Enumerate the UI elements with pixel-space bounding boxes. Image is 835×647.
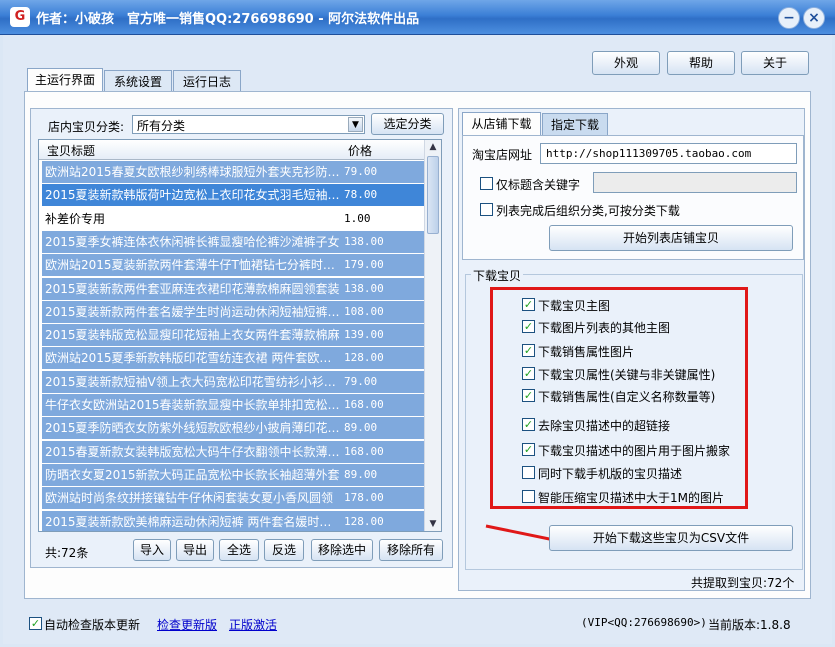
remove-selected-button[interactable]: 移除选中 [311, 539, 373, 561]
item-price: 78.00 [344, 188, 378, 202]
check-update-link[interactable]: 检查更新版 [157, 616, 217, 633]
list-header: 宝贝标题 价格 [39, 140, 425, 160]
item-title: 欧洲站时尚条纹拼接镶钻牛仔休闲套装女夏小香风圆领 [45, 491, 334, 506]
item-price: 89.00 [344, 421, 378, 435]
table-row[interactable]: 2015夏装新款两件套亚麻连衣裙印花薄款棉麻圆领套装 138.00 [42, 277, 425, 300]
help-button[interactable]: 帮助 [667, 51, 735, 75]
remove-all-button[interactable]: 移除所有 [379, 539, 443, 561]
extracted-total: 共提取到宝贝:72个 [691, 576, 795, 590]
organize-category-checkbox[interactable] [480, 203, 493, 216]
table-row[interactable]: 2015夏装新款短袖V领上衣大码宽松印花雪纺衫小衫女装 79.00 [42, 370, 425, 393]
window-title: 作者：小破孩 官方唯一销售QQ:276698690 - 阿尔法软件出品 [36, 12, 420, 27]
scroll-down-icon[interactable]: ▼ [426, 517, 440, 531]
item-title: 2015夏季女裤连体衣休闲裤长裤显瘦哈伦裤沙滩裤子女 [45, 234, 340, 249]
title-keyword-checkbox[interactable] [480, 177, 493, 190]
item-title: 补差价专用 [45, 211, 106, 226]
category-select[interactable]: 所有分类 ▼ [132, 115, 365, 134]
chevron-down-icon[interactable]: ▼ [348, 117, 363, 132]
export-button[interactable]: 导出 [176, 539, 214, 561]
item-price: 89.00 [344, 467, 378, 481]
table-row[interactable]: 2015夏季女裤连体衣休闲裤长裤显瘦哈伦裤沙滩裤子女 138.00 [42, 230, 425, 253]
item-price: 128.00 [344, 514, 384, 528]
auto-check-label: 自动检查版本更新 [44, 618, 141, 632]
item-title: 2015夏装韩版宽松显瘦印花短袖上衣女两件套薄款棉麻 [45, 328, 340, 343]
item-title: 欧洲站2015夏装新款两件套薄牛仔T恤裙钻七分裤时尚套装 [45, 258, 341, 273]
shop-url-label: 淘宝店网址 [472, 148, 533, 162]
auto-check-checkbox[interactable]: ✓ [29, 617, 42, 630]
version-label: 当前版本:1.8.8 [708, 618, 791, 632]
item-title: 2015夏季防晒衣女防紫外线短款欧根纱小披肩薄印花外套 [45, 421, 341, 436]
scroll-thumb[interactable] [427, 156, 439, 234]
item-count: 共:72条 [45, 546, 89, 560]
item-price: 168.00 [344, 398, 384, 411]
keyword-input[interactable] [593, 172, 797, 193]
item-price: 108.00 [344, 304, 384, 318]
item-title: 2015夏装新款短袖V领上衣大码宽松印花雪纺衫小衫女装 [45, 374, 341, 389]
table-row[interactable]: 2015夏装新款两件套名媛学生时尚运动休闲短袖短裤套装 108.00 [42, 300, 425, 323]
title-bar: G 作者：小破孩 官方唯一销售QQ:276698690 - 阿尔法软件出品 − … [0, 0, 835, 35]
item-title: 防晒衣女夏2015新款大码正品宽松中长款长袖超薄外套 [45, 467, 340, 482]
list-scrollbar[interactable]: ▲ ▼ [424, 140, 441, 531]
table-row[interactable]: 2015夏季防晒衣女防紫外线短款欧根纱小披肩薄印花外套 89.00 [42, 417, 425, 440]
item-title: 2015夏装新款两件套亚麻连衣裙印花薄款棉麻圆领套装 [45, 281, 340, 296]
item-price: 138.00 [344, 281, 384, 295]
shop-url-input[interactable]: http://shop111309705.taobao.com [540, 143, 797, 164]
column-title[interactable]: 宝贝标题 [47, 142, 95, 159]
table-row[interactable]: 2015夏装新款韩版荷叶边宽松上衣印花女式羽毛短袖T恤 78.00 [42, 184, 425, 207]
app-logo-icon: G [10, 7, 30, 27]
table-row[interactable]: 补差价专用 1.00 [42, 207, 425, 230]
column-price[interactable]: 价格 [348, 142, 372, 159]
item-price: 139.00 [344, 328, 384, 342]
appearance-button[interactable]: 外观 [592, 51, 660, 75]
select-all-button[interactable]: 全选 [219, 539, 259, 561]
items-list[interactable]: 宝贝标题 价格 欧洲站2015春夏女欧根纱刺绣棒球服短外套夹克衫防晒衣 79.00… [38, 139, 442, 532]
item-price: 179.00 [344, 258, 384, 272]
item-title: 欧洲站2015夏季新款韩版印花雪纺连衣裙 两件套欧美风 [45, 351, 341, 366]
tab-specified-download[interactable]: 指定下载 [542, 113, 608, 135]
tab-settings[interactable]: 系统设置 [104, 70, 172, 92]
table-row[interactable]: 2015夏装新款欧美棉麻运动休闲短裤 两件套名媛时尚套装 128.00 [42, 510, 425, 531]
start-list-button[interactable]: 开始列表店铺宝贝 [549, 225, 793, 251]
category-value: 所有分类 [137, 119, 186, 133]
item-title: 2015夏装新款两件套名媛学生时尚运动休闲短袖短裤套装 [45, 304, 341, 319]
table-row[interactable]: 2015夏装韩版宽松显瘦印花短袖上衣女两件套薄款棉麻 139.00 [42, 324, 425, 347]
category-label: 店内宝贝分类: [48, 120, 125, 134]
table-row[interactable]: 欧洲站2015春夏女欧根纱刺绣棒球服短外套夹克衫防晒衣 79.00 [42, 161, 425, 183]
close-button[interactable]: × [803, 7, 825, 29]
table-row[interactable]: 欧洲站2015夏装新款两件套薄牛仔T恤裙钻七分裤时尚套装 179.00 [42, 254, 425, 277]
about-button[interactable]: 关于 [741, 51, 809, 75]
vip-info: (VIP<QQ:276698690>) [581, 616, 707, 629]
item-price: 79.00 [344, 165, 378, 178]
item-title: 欧洲站2015春夏女欧根纱刺绣棒球服短外套夹克衫防晒衣 [45, 165, 341, 179]
organize-category-label: 列表完成后组织分类,可按分类下载 [496, 204, 680, 218]
table-row[interactable]: 防晒衣女夏2015新款大码正品宽松中长款长袖超薄外套 89.00 [42, 463, 425, 486]
tab-main[interactable]: 主运行界面 [27, 68, 103, 92]
tab-shop-download[interactable]: 从店铺下载 [462, 112, 541, 136]
item-title: 2015夏装新款欧美棉麻运动休闲短裤 两件套名媛时尚套装 [45, 514, 341, 529]
import-button[interactable]: 导入 [133, 539, 171, 561]
minimize-button[interactable]: − [778, 7, 800, 29]
item-title: 2015春夏新款女装韩版宽松大码牛仔衣翻领中长款薄外套 [45, 444, 341, 459]
download-group-label: 下载宝贝 [471, 267, 524, 284]
item-price: 168.00 [344, 444, 384, 458]
highlight-box [490, 287, 748, 509]
select-category-button[interactable]: 选定分类 [371, 113, 444, 135]
item-title: 2015夏装新款韩版荷叶边宽松上衣印花女式羽毛短袖T恤 [45, 188, 341, 203]
table-row[interactable]: 欧洲站2015夏季新款韩版印花雪纺连衣裙 两件套欧美风 128.00 [42, 347, 425, 370]
table-row[interactable]: 牛仔衣女欧洲站2015春装新款显瘦中长款单排扣宽松外套 168.00 [42, 394, 425, 416]
item-title: 牛仔衣女欧洲站2015春装新款显瘦中长款单排扣宽松外套 [45, 398, 341, 412]
activate-link[interactable]: 正版激活 [229, 616, 277, 633]
item-price: 79.00 [344, 374, 378, 388]
item-price: 1.00 [344, 211, 371, 225]
table-row[interactable]: 欧洲站时尚条纹拼接镶钻牛仔休闲套装女夏小香风圆领 178.00 [42, 487, 425, 510]
title-keyword-label: 仅标题含关键字 [496, 178, 581, 192]
tab-log[interactable]: 运行日志 [173, 70, 241, 92]
start-download-csv-button[interactable]: 开始下载这些宝贝为CSV文件 [549, 525, 793, 551]
item-price: 138.00 [344, 234, 384, 248]
item-price: 128.00 [344, 351, 384, 365]
scroll-up-icon[interactable]: ▲ [426, 140, 440, 154]
invert-selection-button[interactable]: 反选 [264, 539, 304, 561]
table-row[interactable]: 2015春夏新款女装韩版宽松大码牛仔衣翻领中长款薄外套 168.00 [42, 440, 425, 463]
item-price: 178.00 [344, 491, 384, 505]
